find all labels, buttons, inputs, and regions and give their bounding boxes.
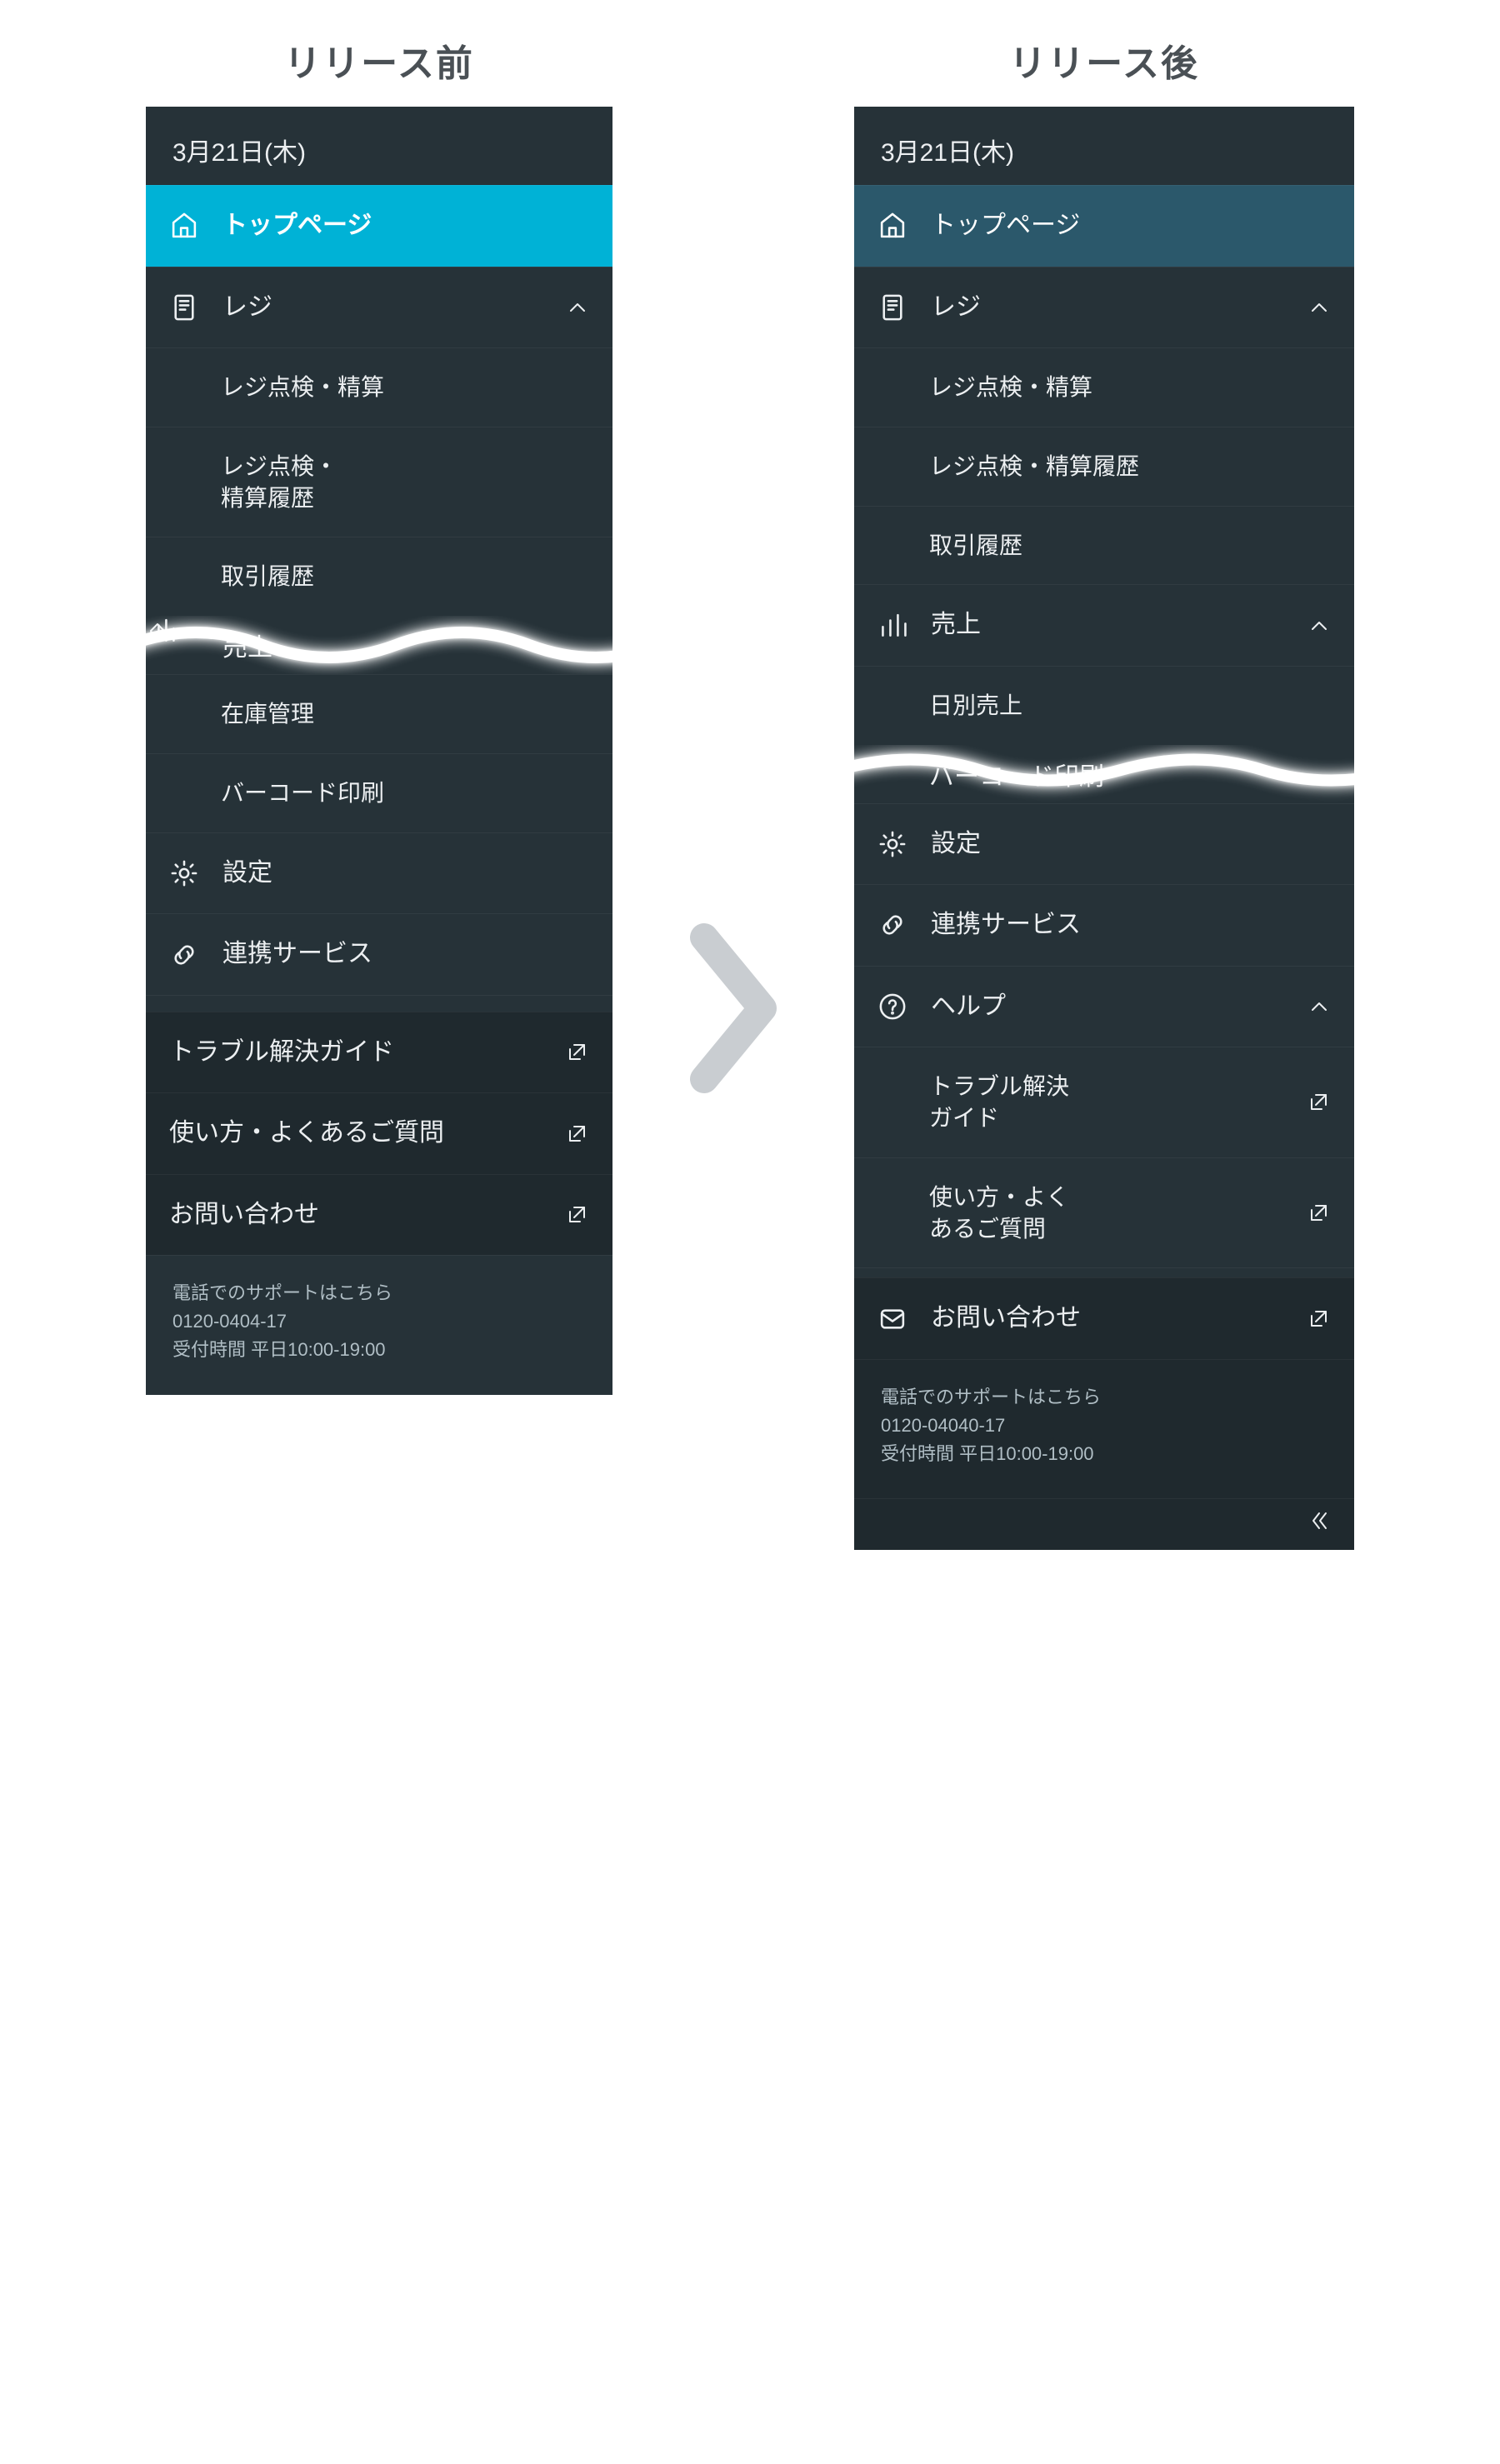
nav-label: 設定	[931, 827, 1331, 862]
nav-label: レジ	[931, 291, 1331, 325]
chevron-up-icon	[566, 296, 589, 319]
home-icon	[878, 211, 911, 241]
nav-label: レジ点検・精算	[929, 372, 1331, 403]
nav-barcode[interactable]: バーコード印刷	[146, 753, 612, 832]
support-line-2: 0120-04040-17	[881, 1412, 1328, 1440]
chevron-up-icon	[1308, 995, 1331, 1018]
collapse-sidebar-button[interactable]	[854, 1498, 1354, 1550]
nav-faq[interactable]: 使い方・よく あるご質問	[854, 1157, 1354, 1268]
support-line-1: 電話でのサポートはこちら	[881, 1383, 1328, 1412]
nav-label: トラブル解決 ガイド	[929, 1071, 1331, 1134]
before-sidebar: 3月21日(木) トップページ レジ レジ点検・精算 レジ点検・ 精算履歴 取引…	[146, 107, 612, 1395]
nav-label: トップページ	[222, 209, 589, 243]
after-panel: リリース後 3月21日(木) トップページ レジ レジ点検・精算 レジ点検・精算…	[854, 33, 1354, 1550]
date-header: 3月21日(木)	[146, 107, 612, 185]
nav-contact[interactable]: お問い合わせ	[854, 1277, 1354, 1359]
nav-transaction-history[interactable]: 取引履歴	[146, 537, 612, 616]
nav-stock[interactable]: 在庫管理	[146, 674, 612, 753]
nav-sales-daily[interactable]: 日別売上	[854, 666, 1354, 745]
nav-register-check[interactable]: レジ点検・精算	[146, 347, 612, 427]
nav-linked-services[interactable]: 連携サービス	[146, 913, 612, 995]
support-line-2: 0120-0404-17	[172, 1307, 586, 1336]
external-link-icon	[1308, 1091, 1331, 1114]
gear-icon	[878, 829, 911, 859]
nav-label: 在庫管理	[221, 698, 589, 730]
nav-label: 売上	[931, 608, 1331, 642]
nav-help[interactable]: ヘルプ	[854, 966, 1354, 1047]
before-title: リリース前	[284, 33, 474, 87]
nav-label: 日別売上	[929, 690, 1331, 722]
home-icon	[169, 211, 202, 241]
nav-settings[interactable]: 設定	[146, 832, 612, 914]
nav-label: 連携サービス	[931, 908, 1331, 942]
nav-contact[interactable]: お問い合わせ	[146, 1174, 612, 1256]
external-link-icon	[566, 1203, 589, 1227]
nav-sales[interactable]: 売上	[854, 584, 1354, 666]
nav-label: トラブル解決ガイド	[169, 1036, 589, 1070]
nav-register-check-history[interactable]: レジ点検・精算履歴	[854, 427, 1354, 506]
nav-label: 取引履歴	[929, 530, 1331, 562]
wave-break: バーコード印刷	[854, 745, 1354, 803]
support-block: 電話でのサポートはこちら 0120-0404-17 受付時間 平日10:00-1…	[146, 1255, 612, 1394]
nav-label: 使い方・よくあるご質問	[169, 1117, 589, 1151]
nav-label: 連携サービス	[222, 937, 589, 972]
nav-trouble-guide[interactable]: トラブル解決 ガイド	[854, 1047, 1354, 1157]
nav-label: ヘルプ	[931, 990, 1331, 1024]
nav-label: お問い合わせ	[931, 1302, 1331, 1336]
date-header: 3月21日(木)	[854, 107, 1354, 185]
nav-label: バーコード印刷	[221, 777, 589, 809]
external-link-icon	[1308, 1307, 1331, 1331]
link-icon	[878, 910, 911, 940]
mail-icon	[878, 1304, 911, 1334]
nav-register-check[interactable]: レジ点検・精算	[854, 347, 1354, 427]
external-link-icon	[566, 1041, 589, 1064]
nav-trouble-guide[interactable]: トラブル解決ガイド	[146, 1012, 612, 1093]
nav-label: 設定	[222, 857, 589, 891]
nav-settings[interactable]: 設定	[854, 803, 1354, 885]
nav-label: レジ点検・ 精算履歴	[221, 451, 589, 514]
chevron-up-icon	[1308, 296, 1331, 319]
nav-top-page[interactable]: トップページ	[146, 185, 612, 267]
nav-top-page[interactable]: トップページ	[854, 185, 1354, 267]
nav-label: 使い方・よく あるご質問	[929, 1182, 1331, 1245]
receipt-icon	[169, 292, 202, 322]
chevron-up-icon	[1308, 614, 1331, 637]
support-line-3: 受付時間 平日10:00-19:00	[172, 1336, 586, 1364]
after-title: リリース後	[1009, 33, 1199, 87]
before-panel: リリース前 3月21日(木) トップページ レジ レジ点検・精算 レジ点検・ 精…	[146, 33, 612, 1395]
receipt-icon	[878, 292, 911, 322]
nav-faq[interactable]: 使い方・よくあるご質問	[146, 1092, 612, 1174]
nav-label: 取引履歴	[221, 561, 589, 592]
nav-label: レジ	[222, 291, 589, 325]
nav-transaction-history[interactable]: 取引履歴	[854, 506, 1354, 585]
link-icon	[169, 940, 202, 970]
wave-break: 売上	[146, 616, 612, 674]
support-line-1: 電話でのサポートはこちら	[172, 1279, 586, 1307]
nav-label: レジ点検・精算	[221, 372, 589, 403]
help-icon	[878, 992, 911, 1022]
nav-label: お問い合わせ	[169, 1198, 589, 1232]
chart-icon	[878, 611, 911, 641]
arrow-separator	[679, 921, 788, 1096]
nav-register[interactable]: レジ	[854, 267, 1354, 348]
nav-linked-services[interactable]: 連携サービス	[854, 884, 1354, 966]
nav-register-check-history[interactable]: レジ点検・ 精算履歴	[146, 427, 612, 537]
after-sidebar: 3月21日(木) トップページ レジ レジ点検・精算 レジ点検・精算履歴 取引履…	[854, 107, 1354, 1550]
gear-icon	[169, 858, 202, 888]
nav-label: レジ点検・精算履歴	[929, 451, 1331, 482]
support-line-3: 受付時間 平日10:00-19:00	[881, 1440, 1328, 1468]
external-link-icon	[566, 1122, 589, 1146]
external-link-icon	[1308, 1202, 1331, 1225]
nav-label: トップページ	[931, 209, 1331, 243]
support-block: 電話でのサポートはこちら 0120-04040-17 受付時間 平日10:00-…	[854, 1359, 1354, 1498]
collapse-icon	[1308, 1509, 1331, 1537]
nav-register[interactable]: レジ	[146, 267, 612, 348]
